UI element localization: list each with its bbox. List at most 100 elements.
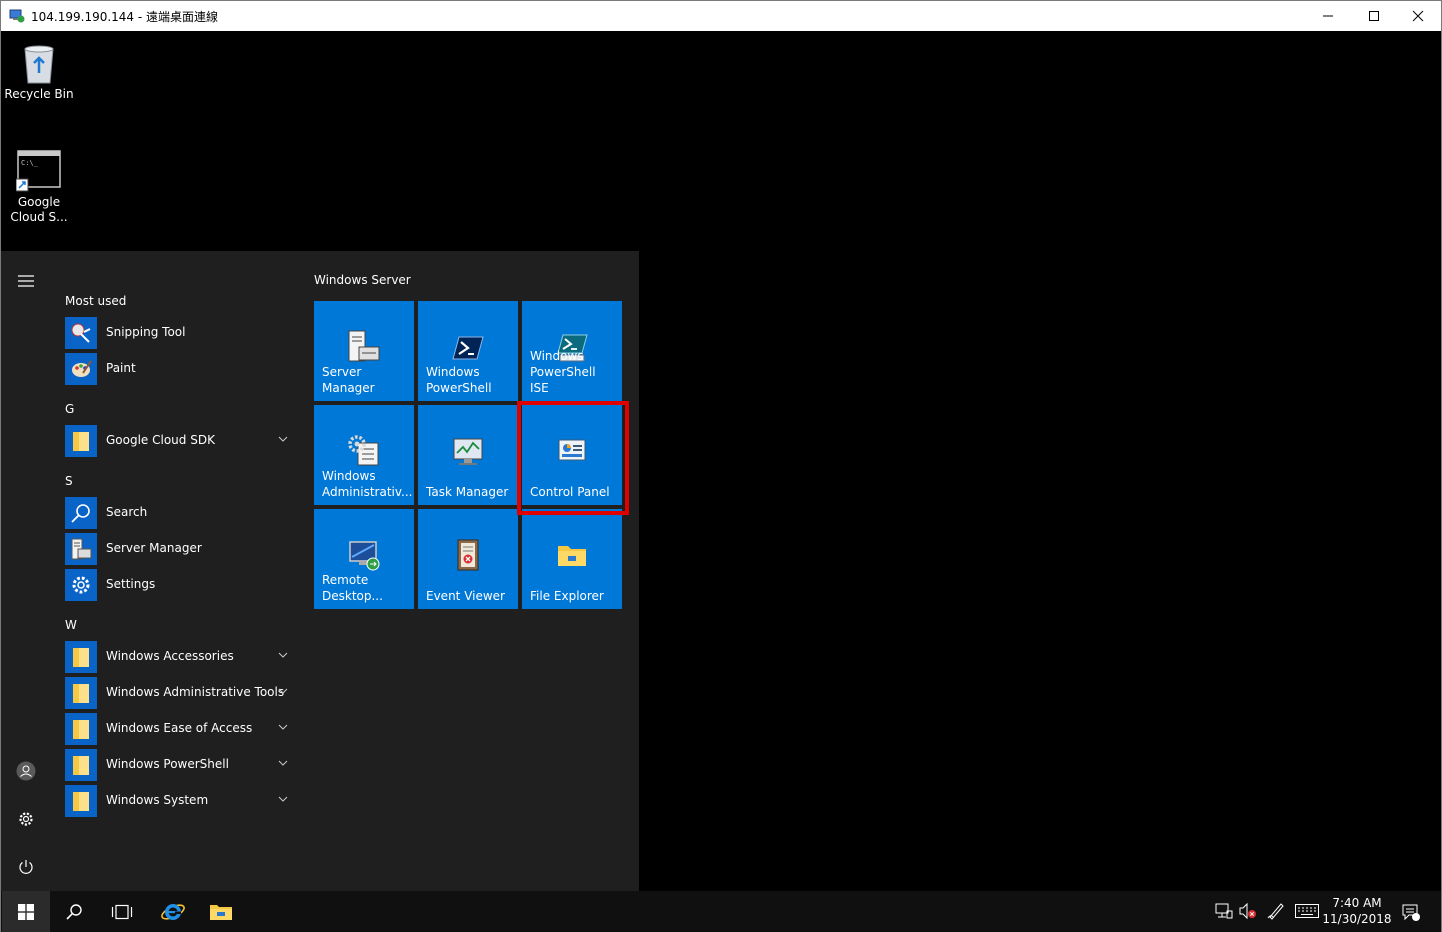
tile-remote-desktop[interactable]: Remote Desktop... — [314, 509, 414, 609]
admin-tools-icon — [348, 435, 379, 466]
app-item-label: Snipping Tool — [106, 325, 186, 339]
snipping-tool-icon — [65, 317, 97, 349]
group-letter-s[interactable]: S — [65, 474, 73, 488]
event-viewer-icon — [457, 539, 479, 571]
chevron-down-icon[interactable] — [278, 687, 288, 695]
folder-icon — [65, 677, 97, 709]
app-item-label: Server Manager — [106, 541, 202, 555]
tile-file-explorer[interactable]: File Explorer — [522, 509, 622, 609]
tile-label: Windows PowerShell — [426, 365, 492, 395]
app-item-google-cloud-sdk[interactable]: Google Cloud SDK — [65, 424, 301, 458]
task-view-button[interactable] — [98, 891, 146, 932]
minimize-button[interactable] — [1305, 1, 1351, 31]
task-manager-icon — [453, 438, 483, 465]
group-letter-w[interactable]: W — [65, 618, 77, 632]
hamburger-icon — [18, 275, 34, 287]
gear-icon — [19, 812, 33, 826]
clock-date: 11/30/2018 — [1322, 912, 1392, 926]
minimize-icon — [1323, 15, 1333, 17]
tile-windows-administrative-tools[interactable]: Windows Administrativ... — [314, 405, 414, 505]
pen-workspace-icon[interactable] — [1267, 902, 1285, 920]
tile-label: Task Manager — [426, 485, 509, 499]
app-item-label: Windows Ease of Access — [106, 721, 253, 735]
tile-label: Windows Administrativ... — [322, 469, 413, 499]
paint-icon — [65, 353, 97, 385]
windows-logo-icon — [18, 903, 34, 920]
desktop-icon-google-cloud-sdk[interactable]: C:\_ Google Cloud S... — [1, 149, 77, 225]
taskbar-clock[interactable]: 7:40 AM 11/30/2018 — [1317, 895, 1397, 927]
app-item-settings[interactable]: Settings — [65, 568, 301, 602]
app-item-windows-accessories[interactable]: Windows Accessories — [65, 640, 301, 674]
desktop-icon-recycle-bin[interactable]: Recycle Bin — [1, 41, 77, 102]
user-avatar-icon — [16, 761, 36, 781]
tile-windows-powershell-ise[interactable]: Windows PowerShell ISE — [522, 301, 622, 401]
task-view-icon — [111, 904, 133, 919]
settings-button[interactable] — [1, 799, 51, 839]
search-icon — [65, 497, 97, 529]
tile-windows-powershell[interactable]: Windows PowerShell — [418, 301, 518, 401]
chevron-down-icon[interactable] — [278, 723, 288, 731]
tile-group-title[interactable]: Windows Server — [314, 273, 411, 287]
tile-event-viewer[interactable]: Event Viewer — [418, 509, 518, 609]
app-item-label: Windows Administrative Tools — [106, 685, 285, 699]
tile-label: Remote Desktop... — [322, 573, 383, 603]
app-item-windows-ease-of-access[interactable]: Windows Ease of Access — [65, 712, 301, 746]
control-panel-icon — [558, 439, 586, 461]
app-item-label: Windows PowerShell — [106, 757, 229, 771]
powershell-icon — [452, 336, 484, 360]
folder-icon — [65, 713, 97, 745]
volume-muted-icon[interactable] — [1239, 902, 1257, 920]
remote-desktop-window: 104.199.190.144 - 遠端桌面連線 Recycle Bin C:\… — [0, 0, 1442, 932]
app-item-search[interactable]: Search — [65, 496, 301, 530]
internet-explorer-icon — [161, 903, 185, 920]
most-used-heading: Most used — [65, 294, 127, 308]
desktop-icon-label: Recycle Bin — [4, 87, 74, 101]
taskbar-internet-explorer[interactable] — [149, 891, 197, 932]
chevron-down-icon[interactable] — [278, 759, 288, 767]
folder-icon — [65, 425, 97, 457]
taskbar: 7:40 AM 11/30/2018 — [1, 891, 1441, 932]
start-button[interactable] — [2, 891, 50, 932]
taskbar-file-explorer[interactable] — [197, 891, 245, 932]
app-item-windows-system[interactable]: Windows System — [65, 784, 301, 818]
tile-label: File Explorer — [530, 589, 604, 603]
maximize-button[interactable] — [1351, 1, 1397, 31]
app-item-label: Google Cloud SDK — [106, 433, 215, 447]
expand-menu-button[interactable] — [1, 261, 51, 301]
app-item-label: Windows System — [106, 793, 209, 807]
app-item-label: Search — [106, 505, 148, 519]
group-letter-g[interactable]: G — [65, 402, 74, 416]
user-account-button[interactable] — [1, 751, 51, 791]
tile-control-panel[interactable]: Control Panel — [522, 405, 622, 505]
start-menu: Most used Snipping Tool Paint G Google C… — [1, 251, 639, 891]
command-prompt-shortcut-icon: C:\_ — [16, 150, 61, 192]
tiles-area: Windows Server Server Manager Windows Po… — [301, 251, 639, 891]
power-button[interactable] — [1, 847, 51, 887]
chevron-down-icon[interactable] — [278, 795, 288, 803]
search-icon — [66, 903, 82, 920]
file-explorer-icon — [210, 904, 232, 920]
close-icon — [1412, 10, 1424, 22]
desktop-icon-label: Google Cloud S... — [10, 195, 68, 224]
touch-keyboard-icon[interactable] — [1295, 904, 1319, 918]
app-item-server-manager[interactable]: Server Manager — [65, 532, 301, 566]
chevron-down-icon[interactable] — [278, 435, 288, 443]
action-center-icon[interactable] — [1401, 902, 1421, 922]
server-manager-icon — [65, 533, 97, 565]
title-bar[interactable]: 104.199.190.144 - 遠端桌面連線 — [1, 1, 1441, 31]
start-menu-rail — [1, 251, 51, 891]
close-button[interactable] — [1395, 1, 1441, 31]
folder-icon — [65, 749, 97, 781]
app-item-label: Settings — [106, 577, 156, 591]
network-icon[interactable] — [1215, 902, 1233, 920]
tile-server-manager[interactable]: Server Manager — [314, 301, 414, 401]
taskbar-search-button[interactable] — [50, 891, 98, 932]
app-item-snipping-tool[interactable]: Snipping Tool — [65, 316, 301, 350]
chevron-down-icon[interactable] — [278, 651, 288, 659]
app-item-windows-administrative-tools[interactable]: Windows Administrative Tools — [65, 676, 301, 710]
window-title: 104.199.190.144 - 遠端桌面連線 — [31, 10, 219, 24]
app-item-label: Paint — [106, 361, 136, 375]
tile-task-manager[interactable]: Task Manager — [418, 405, 518, 505]
app-item-windows-powershell[interactable]: Windows PowerShell — [65, 748, 301, 782]
app-item-paint[interactable]: Paint — [65, 352, 301, 386]
